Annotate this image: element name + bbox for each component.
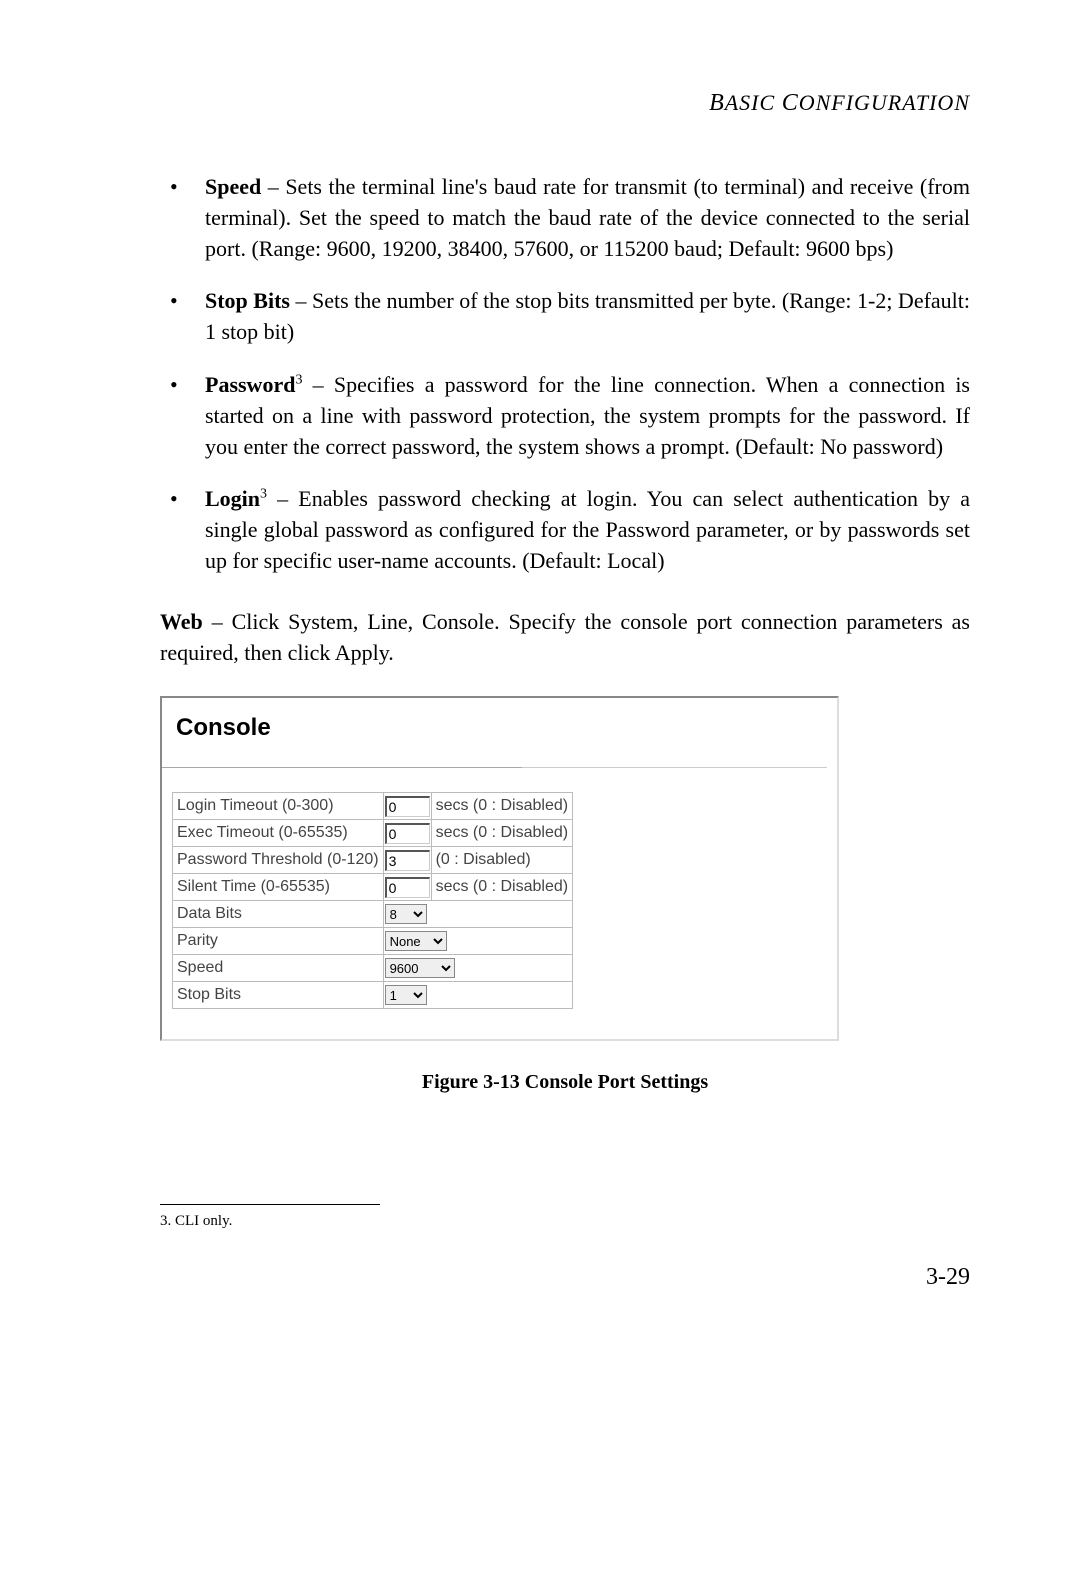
table-row: Password Threshold (0-120) (0 : Disabled…: [173, 847, 573, 874]
bullet-text: – Sets the terminal line's baud rate for…: [205, 174, 970, 261]
web-text: – Click System, Line, Console. Specify t…: [160, 609, 970, 665]
row-label: Silent Time (0-65535): [173, 874, 384, 901]
parity-select[interactable]: None: [385, 931, 447, 951]
bullet-item: Password3 – Specifies a password for the…: [160, 370, 970, 462]
bullet-list: Speed – Sets the terminal line's baud ra…: [160, 172, 970, 577]
row-label: Speed: [173, 955, 384, 982]
row-field: 1: [383, 982, 573, 1009]
row-label: Exec Timeout (0-65535): [173, 820, 384, 847]
bullet-term: Password: [205, 372, 295, 397]
footnote-text: 3. CLI only.: [160, 1213, 970, 1230]
exec-timeout-input[interactable]: [385, 823, 430, 844]
row-label: Parity: [173, 928, 384, 955]
bullet-item: Stop Bits – Sets the number of the stop …: [160, 286, 970, 348]
header-cap2: C: [782, 90, 799, 116]
console-panel: Console Login Timeout (0-300) secs (0 : …: [160, 696, 839, 1041]
bullet-text: – Enables password checking at login. Yo…: [205, 486, 970, 573]
web-term: Web: [160, 609, 203, 634]
table-row: Data Bits 8: [173, 901, 573, 928]
row-label: Data Bits: [173, 901, 384, 928]
table-row: Parity None: [173, 928, 573, 955]
row-field: [383, 793, 431, 820]
row-field: [383, 874, 431, 901]
bullet-item: Speed – Sets the terminal line's baud ra…: [160, 172, 970, 264]
row-field: 8: [383, 901, 573, 928]
table-row: Speed 9600: [173, 955, 573, 982]
row-label: Password Threshold (0-120): [173, 847, 384, 874]
bullet-term: Login: [205, 486, 260, 511]
console-divider: [162, 752, 837, 778]
header-rest1: ASIC: [725, 90, 782, 115]
console-table: Login Timeout (0-300) secs (0 : Disabled…: [172, 792, 573, 1009]
login-timeout-input[interactable]: [385, 796, 430, 817]
row-field: [383, 847, 431, 874]
password-threshold-input[interactable]: [385, 850, 430, 871]
figure-caption: Figure 3-13 Console Port Settings: [160, 1071, 970, 1094]
web-instructions: Web – Click System, Line, Console. Speci…: [160, 607, 970, 669]
bullet-term: Stop Bits: [205, 288, 290, 313]
row-note: secs (0 : Disabled): [431, 874, 573, 901]
header-cap1: B: [709, 90, 725, 116]
table-row: Silent Time (0-65535) secs (0 : Disabled…: [173, 874, 573, 901]
row-label: Login Timeout (0-300): [173, 793, 384, 820]
bullet-text: – Sets the number of the stop bits trans…: [205, 288, 970, 344]
silent-time-input[interactable]: [385, 877, 430, 898]
row-field: 9600: [383, 955, 573, 982]
footnote-ref: 3: [260, 487, 267, 502]
data-bits-select[interactable]: 8: [385, 904, 427, 924]
header-rest2: ONFIGURATION: [799, 90, 970, 115]
row-label: Stop Bits: [173, 982, 384, 1009]
stop-bits-select[interactable]: 1: [385, 985, 427, 1005]
bullet-text: – Specifies a password for the line conn…: [205, 372, 970, 459]
table-row: Exec Timeout (0-65535) secs (0 : Disable…: [173, 820, 573, 847]
row-field: [383, 820, 431, 847]
row-field: None: [383, 928, 573, 955]
footnote-rule: [160, 1204, 380, 1205]
speed-select[interactable]: 9600: [385, 958, 455, 978]
table-row: Stop Bits 1: [173, 982, 573, 1009]
row-note: (0 : Disabled): [431, 847, 573, 874]
section-header: BASIC CONFIGURATION: [160, 90, 970, 117]
console-title: Console: [172, 714, 837, 742]
row-note: secs (0 : Disabled): [431, 793, 573, 820]
row-note: secs (0 : Disabled): [431, 820, 573, 847]
table-row: Login Timeout (0-300) secs (0 : Disabled…: [173, 793, 573, 820]
page-number: 3-29: [160, 1264, 970, 1291]
bullet-item: Login3 – Enables password checking at lo…: [160, 484, 970, 576]
bullet-term: Speed: [205, 174, 261, 199]
